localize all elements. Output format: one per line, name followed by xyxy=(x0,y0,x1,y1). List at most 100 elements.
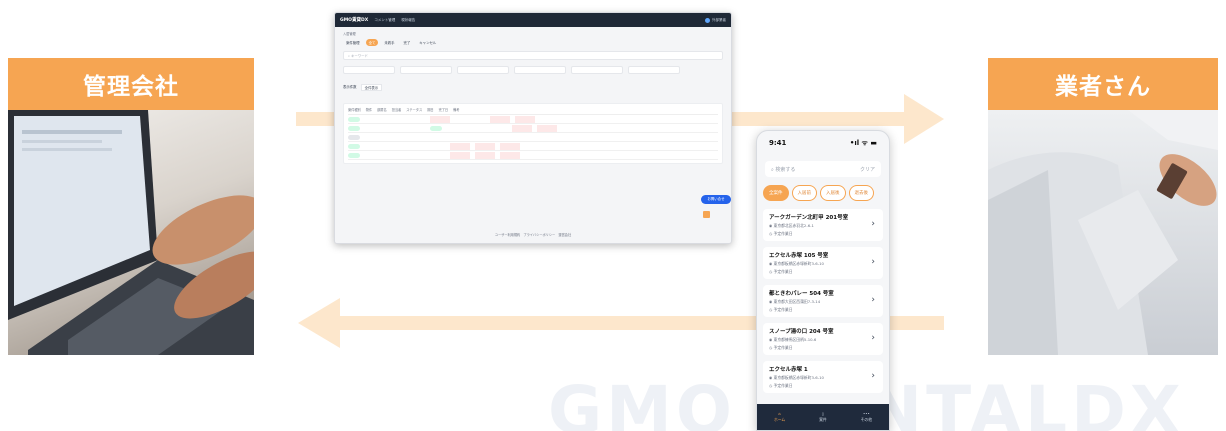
phone-case-list: アークガーデン北町甲 201号室 ◉ 東京都北区赤羽北2-6-1 ◷ 予定作業日… xyxy=(757,209,889,393)
diagram-canvas: GMO RENTALDX 管理会社 業者さん GMO賃貸DX コメント管理 現状… xyxy=(0,0,1226,431)
breadcrumb: 入居管理 xyxy=(343,32,356,36)
worker-illustration xyxy=(988,110,1218,355)
phone-search-placeholder: 検索する xyxy=(775,166,796,173)
clear-button[interactable]: クリア xyxy=(860,166,875,173)
case-title: エクセル赤塚 1 xyxy=(769,367,808,373)
filter-select[interactable] xyxy=(457,66,509,74)
tab-done[interactable]: 完了 xyxy=(401,39,414,46)
status-badge xyxy=(348,116,360,122)
table-row[interactable] xyxy=(348,142,718,151)
column-header[interactable]: ステータス xyxy=(406,107,422,112)
list-item[interactable]: アークガーデン北町甲 201号室 ◉ 東京都北区赤羽北2-6-1 ◷ 予定作業日… xyxy=(763,209,883,241)
case-schedule: 予定作業日 xyxy=(773,345,793,350)
case-address: 東京都板橋区赤塚新町3-6-10 xyxy=(773,261,824,266)
case-schedule: 予定作業日 xyxy=(773,307,793,312)
table-row[interactable] xyxy=(348,124,718,133)
column-header[interactable]: 担当者 xyxy=(392,107,402,112)
phone-filter-chips: 全案件 入居前 入居後 退去後 xyxy=(763,185,883,201)
column-header[interactable]: 物件 xyxy=(366,107,372,112)
desktop-app-screenshot: GMO賃貸DX コメント管理 現状報告 外部業者 入居管理 案件管理 全て 未着… xyxy=(334,12,732,244)
filter-select[interactable] xyxy=(343,66,395,74)
nav-home-label: ホーム xyxy=(773,417,786,422)
arrow-to-contractor-head xyxy=(904,94,944,144)
case-address: 東京都大田区西蒲田7-3-14 xyxy=(773,299,821,304)
desktop-filter-row xyxy=(343,66,723,74)
list-item[interactable]: 都ときわパレー 504 号室 ◉ 東京都大田区西蒲田7-3-14 ◷ 予定作業日… xyxy=(763,285,883,317)
case-address: 東京都板橋区赤塚新町3-6-10 xyxy=(773,375,824,380)
column-header[interactable]: 備考 xyxy=(453,107,459,112)
management-company-label: 管理会社 xyxy=(8,58,254,110)
desktop-nav-item[interactable]: コメント管理 xyxy=(374,18,395,23)
table-row[interactable] xyxy=(348,151,718,160)
desktop-search-placeholder: キーワード xyxy=(350,54,368,58)
list-item[interactable]: スノープ湯の口 204 号室 ◉ 東京都練馬区田柄5-10-6 ◷ 予定作業日 … xyxy=(763,323,883,355)
phone-search-input[interactable]: ⌕ 検索する クリア xyxy=(765,161,881,177)
list-item[interactable]: エクセル赤塚 105 号室 ◉ 東京都板橋区赤塚新町3-6-10 ◷ 予定作業日… xyxy=(763,247,883,279)
document-icon: ▯ xyxy=(821,411,824,416)
tab-case-management[interactable]: 案件管理 xyxy=(343,39,363,46)
column-header[interactable]: 案件種別 xyxy=(348,107,361,112)
table-count-label: 表示件数 xyxy=(343,85,357,89)
table-row[interactable] xyxy=(348,133,718,142)
table-count-select[interactable]: 全件表示 xyxy=(360,84,383,91)
desktop-topbar: GMO賃貸DX コメント管理 現状報告 外部業者 xyxy=(335,13,731,27)
column-header[interactable]: 期日 xyxy=(427,107,433,112)
mobile-app-screenshot: 9:41 •ıl ᯤ ▬ ⌕ 検索する クリア 全案件 入居前 入居後 退去後 … xyxy=(756,130,890,431)
chevron-right-icon: › xyxy=(871,371,875,381)
case-schedule: 予定作業日 xyxy=(773,269,793,274)
status-badge xyxy=(348,152,360,158)
nav-more[interactable]: ••• その他 xyxy=(861,411,872,423)
filter-select[interactable] xyxy=(628,66,680,74)
column-header[interactable]: 完了日 xyxy=(439,107,449,112)
case-address: 東京都北区赤羽北2-6-1 xyxy=(773,223,814,228)
signal-battery-icon: •ıl ᯤ ▬ xyxy=(849,138,877,147)
desktop-logo: GMO賃貸DX xyxy=(340,18,369,23)
more-icon: ••• xyxy=(862,411,870,416)
desktop-user-name: 外部業者 xyxy=(712,17,726,22)
phone-status-bar: 9:41 •ıl ᯤ ▬ xyxy=(757,131,889,155)
nav-cases-label: 案件 xyxy=(819,417,827,422)
case-address: 東京都練馬区田柄5-10-6 xyxy=(773,337,817,342)
worker-photo xyxy=(988,110,1218,355)
filter-select[interactable] xyxy=(514,66,566,74)
case-schedule: 予定作業日 xyxy=(773,231,793,236)
tab-not-started[interactable]: 未着手 xyxy=(381,39,397,46)
case-schedule: 予定作業日 xyxy=(773,383,793,388)
desktop-status-tabs: 案件管理 全て 未着手 完了 キャンセル xyxy=(343,39,723,46)
desktop-footer: ユーザー利用規約 プライバシーポリシー 運営会社 xyxy=(494,233,572,237)
nav-home[interactable]: ⌂ ホーム xyxy=(774,411,785,423)
laptop-photo xyxy=(8,110,254,355)
chip-after-move-out[interactable]: 退去後 xyxy=(848,185,874,201)
tab-all[interactable]: 全て xyxy=(365,39,379,46)
phone-bottom-nav: ⌂ ホーム ▯ 案件 ••• その他 xyxy=(757,404,889,430)
chevron-right-icon: › xyxy=(871,219,875,229)
case-title: アークガーデン北町甲 201号室 xyxy=(769,215,849,221)
list-item[interactable]: エクセル赤塚 1 ◉ 東京都板橋区赤塚新町3-6-10 ◷ 予定作業日 › xyxy=(763,361,883,393)
chevron-right-icon: › xyxy=(871,295,875,305)
arrow-to-manager-head xyxy=(298,298,340,348)
contractor-label: 業者さん xyxy=(988,58,1218,110)
note-icon[interactable] xyxy=(703,211,710,218)
home-icon: ⌂ xyxy=(778,411,781,416)
desktop-nav-item[interactable]: 現状報告 xyxy=(401,18,415,23)
chip-after-move-in[interactable]: 入居後 xyxy=(820,185,846,201)
nav-more-label: その他 xyxy=(860,417,873,422)
chevron-right-icon: › xyxy=(871,333,875,343)
desktop-search-input[interactable]: ⌕ キーワード xyxy=(343,51,723,60)
filter-select[interactable] xyxy=(571,66,623,74)
nav-cases[interactable]: ▯ 案件 xyxy=(819,411,827,423)
column-header[interactable]: 部屋名 xyxy=(377,107,387,112)
phone-time: 9:41 xyxy=(769,139,787,147)
avatar-icon xyxy=(705,17,710,23)
chip-all[interactable]: 全案件 xyxy=(763,185,789,201)
filter-select[interactable] xyxy=(400,66,452,74)
table-header: 案件種別 物件 部屋名 担当者 ステータス 期日 完了日 備考 xyxy=(348,107,718,115)
chat-button[interactable]: お問い合せ xyxy=(701,195,731,204)
tab-cancelled[interactable]: キャンセル xyxy=(416,39,439,46)
desktop-case-table: 案件種別 物件 部屋名 担当者 ステータス 期日 完了日 備考 xyxy=(343,103,723,164)
chip-before-move-in[interactable]: 入居前 xyxy=(791,185,817,201)
table-row[interactable] xyxy=(348,115,718,124)
case-title: スノープ湯の口 204 号室 xyxy=(769,329,834,335)
case-title: エクセル赤塚 105 号室 xyxy=(769,253,829,259)
desktop-user-menu[interactable]: 外部業者 xyxy=(705,17,726,23)
